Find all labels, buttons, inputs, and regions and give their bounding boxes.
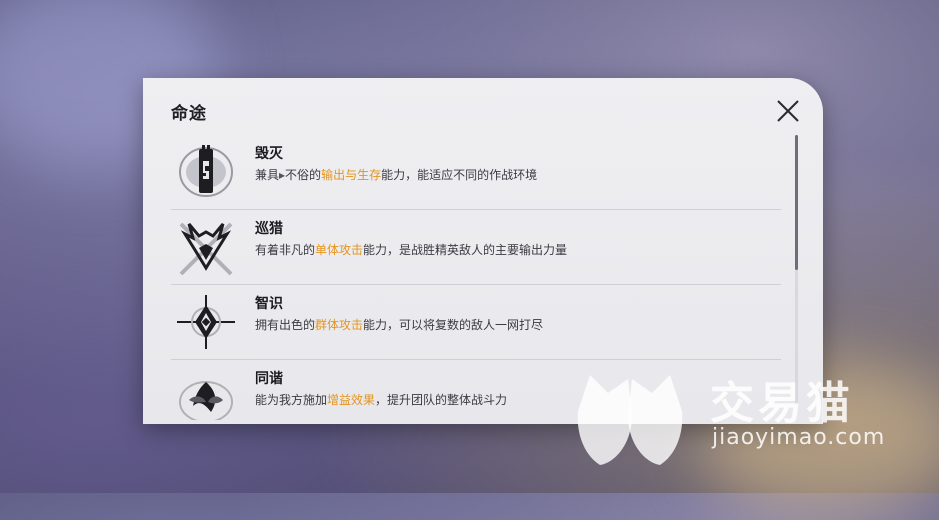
item-description: 能为我方施加增益效果，提升团队的整体战斗力: [255, 393, 508, 407]
item-name: 毁灭: [255, 146, 283, 162]
close-icon: [777, 100, 799, 122]
watermark-url: jiaoyimao.com: [712, 425, 886, 450]
panel-title: 命途: [171, 104, 207, 124]
item-description: 兼具▸不俗的输出与生存能力，能适应不同的作战环境: [255, 168, 538, 182]
watermark-text: 交易猫: [710, 378, 854, 429]
cat-logo-icon: [570, 355, 700, 475]
item-description: 拥有出色的群体攻击能力，可以将复数的敌人一网打尽: [255, 318, 544, 332]
list-item[interactable]: 毁灭 兼具▸不俗的输出与生存能力，能适应不同的作战环境: [171, 135, 781, 210]
highlight-text: 增益效果: [327, 393, 376, 407]
destruction-icon: [175, 141, 237, 203]
watermark: 交易猫 jiaoyimao.com: [570, 355, 900, 475]
scrollbar-thumb[interactable]: [795, 135, 798, 270]
harmony-icon: [175, 366, 237, 420]
item-name: 智识: [255, 296, 283, 312]
list-item[interactable]: 智识 拥有出色的群体攻击能力，可以将复数的敌人一网打尽: [171, 285, 781, 360]
item-name: 巡猎: [255, 221, 283, 237]
close-button[interactable]: [775, 98, 801, 124]
item-description: 有着非凡的单体攻击能力，是战胜精英敌人的主要输出力量: [255, 243, 568, 257]
item-name: 同谐: [255, 371, 283, 387]
the-hunt-icon: [175, 216, 237, 278]
erudition-icon: [175, 291, 237, 353]
highlight-text: 单体攻击: [315, 243, 364, 257]
highlight-text: 输出与生存: [321, 168, 382, 182]
highlight-text: 群体攻击: [315, 318, 364, 332]
list-item[interactable]: 巡猎 有着非凡的单体攻击能力，是战胜精英敌人的主要输出力量: [171, 210, 781, 285]
